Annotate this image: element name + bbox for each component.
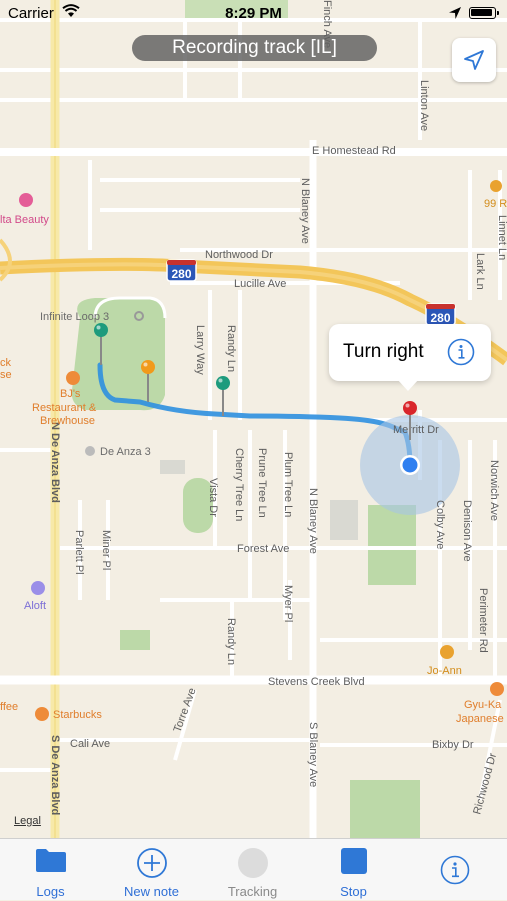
road-label-blaney-s: S Blaney Ave (307, 722, 319, 787)
road-label-de-anza-n: N De Anza Blvd (49, 422, 61, 503)
navigation-arrow-icon (464, 50, 484, 70)
road-label-colby: Colby Ave (434, 500, 446, 549)
road-label-bixby: Bixby Dr (432, 739, 474, 751)
tab-stop[interactable]: Stop (303, 839, 404, 901)
stop-square-icon (340, 847, 368, 880)
poi-infinite-loop[interactable]: Infinite Loop 3 (40, 311, 109, 323)
location-arrow-icon (448, 6, 462, 24)
poi-ffee[interactable]: ffee (0, 701, 18, 713)
road-label-vista: Vista Dr (207, 478, 219, 517)
poi-se: se (0, 369, 12, 381)
tab-new-note-label: New note (124, 884, 179, 899)
poi-bjs-line1[interactable]: BJ's (60, 388, 81, 400)
svg-text:280: 280 (171, 267, 191, 281)
tab-tracking[interactable]: Tracking (202, 839, 303, 901)
road-label-northwood: Northwood Dr (205, 249, 273, 261)
road-label-parlett: Parlett Pl (73, 530, 85, 575)
clock: 8:29 PM (225, 5, 282, 22)
tab-new-note[interactable]: New note (101, 839, 202, 901)
road-label-miner: Miner Pl (100, 530, 112, 570)
road-label-merritt: Merritt Dr (393, 424, 439, 436)
aloft-hotel-icon (31, 581, 45, 595)
poi-ck[interactable]: ck (0, 357, 12, 369)
tab-bar: Logs New note Tracking Stop (0, 838, 507, 900)
poi-de-anza[interactable]: De Anza 3 (100, 446, 151, 458)
road-label-denison: Denison Ave (461, 500, 473, 562)
ulta-beauty-icon (19, 193, 33, 207)
road-label-cali: Cali Ave (70, 738, 110, 750)
road-label-cherry: Cherry Tree Ln (233, 448, 245, 521)
tab-logs-label: Logs (36, 884, 65, 899)
poi-gyu-line1[interactable]: Gyu-Ka (464, 699, 502, 711)
starbucks-icon (35, 707, 49, 721)
road-label-lark: Lark Ln (474, 253, 486, 290)
locate-me-button[interactable] (452, 38, 496, 82)
road-label-randy: Randy Ln (225, 325, 237, 372)
tab-info[interactable] (404, 839, 505, 901)
poi-99-ranch[interactable]: 99 R (484, 198, 507, 210)
poi-bjs-line3: Brewhouse (40, 415, 95, 427)
road-label-prune: Prune Tree Ln (256, 448, 268, 518)
road-label-norwich: Norwich Ave (488, 460, 500, 521)
info-icon[interactable] (447, 338, 475, 371)
tab-tracking-label: Tracking (227, 884, 278, 899)
bjs-restaurant-icon (66, 371, 80, 385)
poi-de-anza-icon (85, 446, 95, 456)
road-label-randy-2: Randy Ln (225, 618, 237, 665)
poi-gyu-line2: Japanese (456, 713, 504, 725)
poi-joann[interactable]: Jo-Ann (427, 665, 462, 677)
road-label-plum: Plum Tree Ln (282, 452, 294, 517)
tab-stop-label: Stop (340, 884, 367, 899)
road-label-forest: Forest Ave (237, 543, 289, 555)
road-label-blaney-n: N Blaney Ave (299, 178, 311, 244)
callout-pointer (397, 379, 419, 391)
pin-callout[interactable]: Turn right (329, 324, 491, 381)
battery-icon (469, 7, 499, 19)
road-label-blaney-n-2: N Blaney Ave (307, 488, 319, 554)
poi-starbucks[interactable]: Starbucks (53, 709, 102, 721)
poi-aloft[interactable]: Aloft (24, 600, 46, 612)
joann-icon (440, 645, 454, 659)
road-label-stevens-creek: Stevens Creek Blvd (268, 676, 365, 688)
status-bar: Carrier 8:29 PM (0, 0, 507, 28)
poi-99-icon (490, 180, 502, 192)
info-icon (440, 855, 470, 890)
gyu-kaku-icon (490, 682, 504, 696)
road-label-lucille: Lucille Ave (234, 278, 286, 290)
highway-280-shield: 280 (166, 259, 197, 282)
road-label-linton: Linton Ave (418, 80, 430, 131)
callout-title: Turn right (343, 341, 424, 362)
road-label-larry: Larry Way (194, 325, 206, 375)
map-view[interactable]: E Homestead Rd Northwood Dr Lucille Ave … (0, 0, 507, 838)
road-label-homestead: E Homestead Rd (312, 145, 396, 157)
tab-logs[interactable]: Logs (0, 839, 101, 901)
road-label-linnet: Linnet Ln (496, 215, 507, 260)
add-circle-icon (136, 847, 168, 884)
recording-banner: Recording track [IL] (132, 35, 377, 61)
folder-icon (35, 847, 67, 878)
highway-280-shield-2: 280 (425, 303, 456, 326)
road-label-myer: Myer Pl (282, 585, 294, 622)
road-label-perimeter: Perimeter Rd (477, 588, 489, 653)
poi-ulta[interactable]: lta Beauty (0, 214, 49, 226)
legal-link[interactable]: Legal (14, 815, 41, 827)
road-label-de-anza-s: S De Anza Blvd (49, 735, 61, 815)
poi-bjs-line2: Restaurant & (32, 402, 97, 414)
svg-text:280: 280 (430, 311, 450, 325)
tracking-circle-icon (237, 847, 269, 884)
